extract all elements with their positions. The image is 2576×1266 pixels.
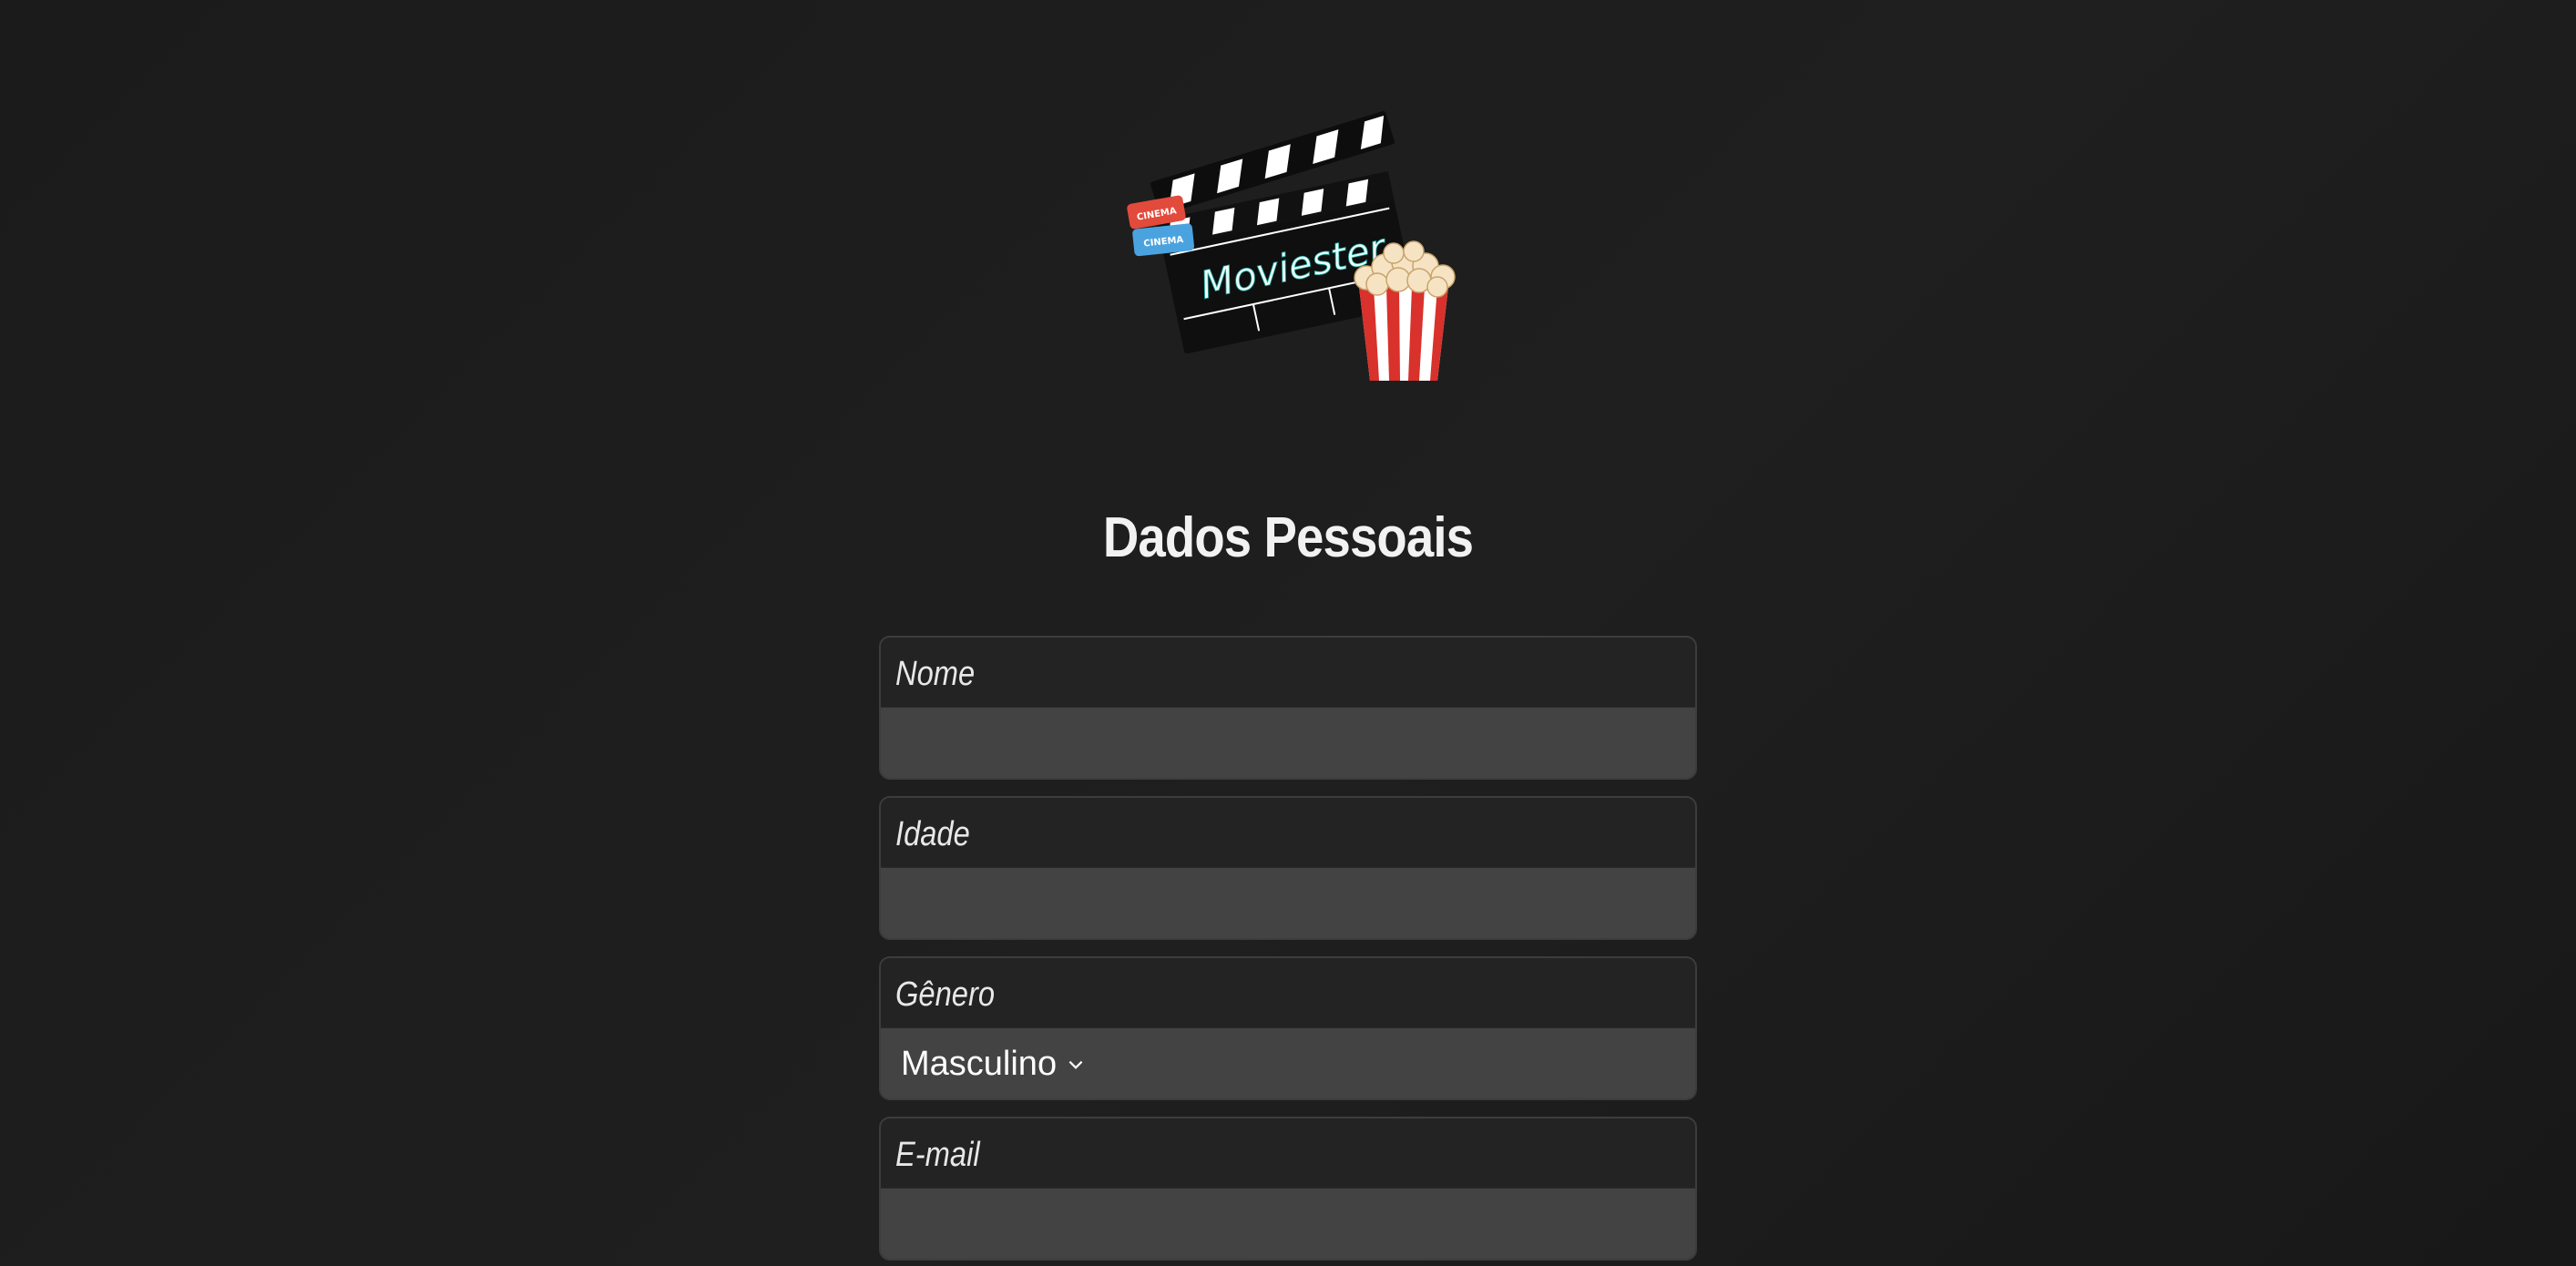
name-input-wrapper [881,707,1695,778]
age-input-wrapper [881,867,1695,938]
name-label: Nome [881,638,1695,707]
age-input[interactable] [881,868,1695,938]
moviester-logo: Moviester CINEMA CINEMA [1127,111,1456,381]
page-title: Dados Pessoais [1102,506,1474,569]
email-field: E-mail [879,1117,1697,1261]
email-input[interactable] [881,1189,1695,1259]
chevron-down-icon [1068,1060,1083,1069]
name-field: Nome [879,636,1697,780]
gender-select-wrapper: Masculino [881,1027,1695,1098]
email-input-wrapper [881,1188,1695,1259]
gender-label: Gênero [881,958,1695,1027]
gender-select[interactable]: Masculino [881,1028,1695,1098]
gender-selected-value: Masculino [901,1045,1058,1083]
name-input[interactable] [881,708,1695,778]
age-field: Idade [879,796,1697,940]
age-label: Idade [881,798,1695,867]
email-label: E-mail [881,1118,1695,1188]
gender-field: Gênero Masculino [879,956,1697,1100]
